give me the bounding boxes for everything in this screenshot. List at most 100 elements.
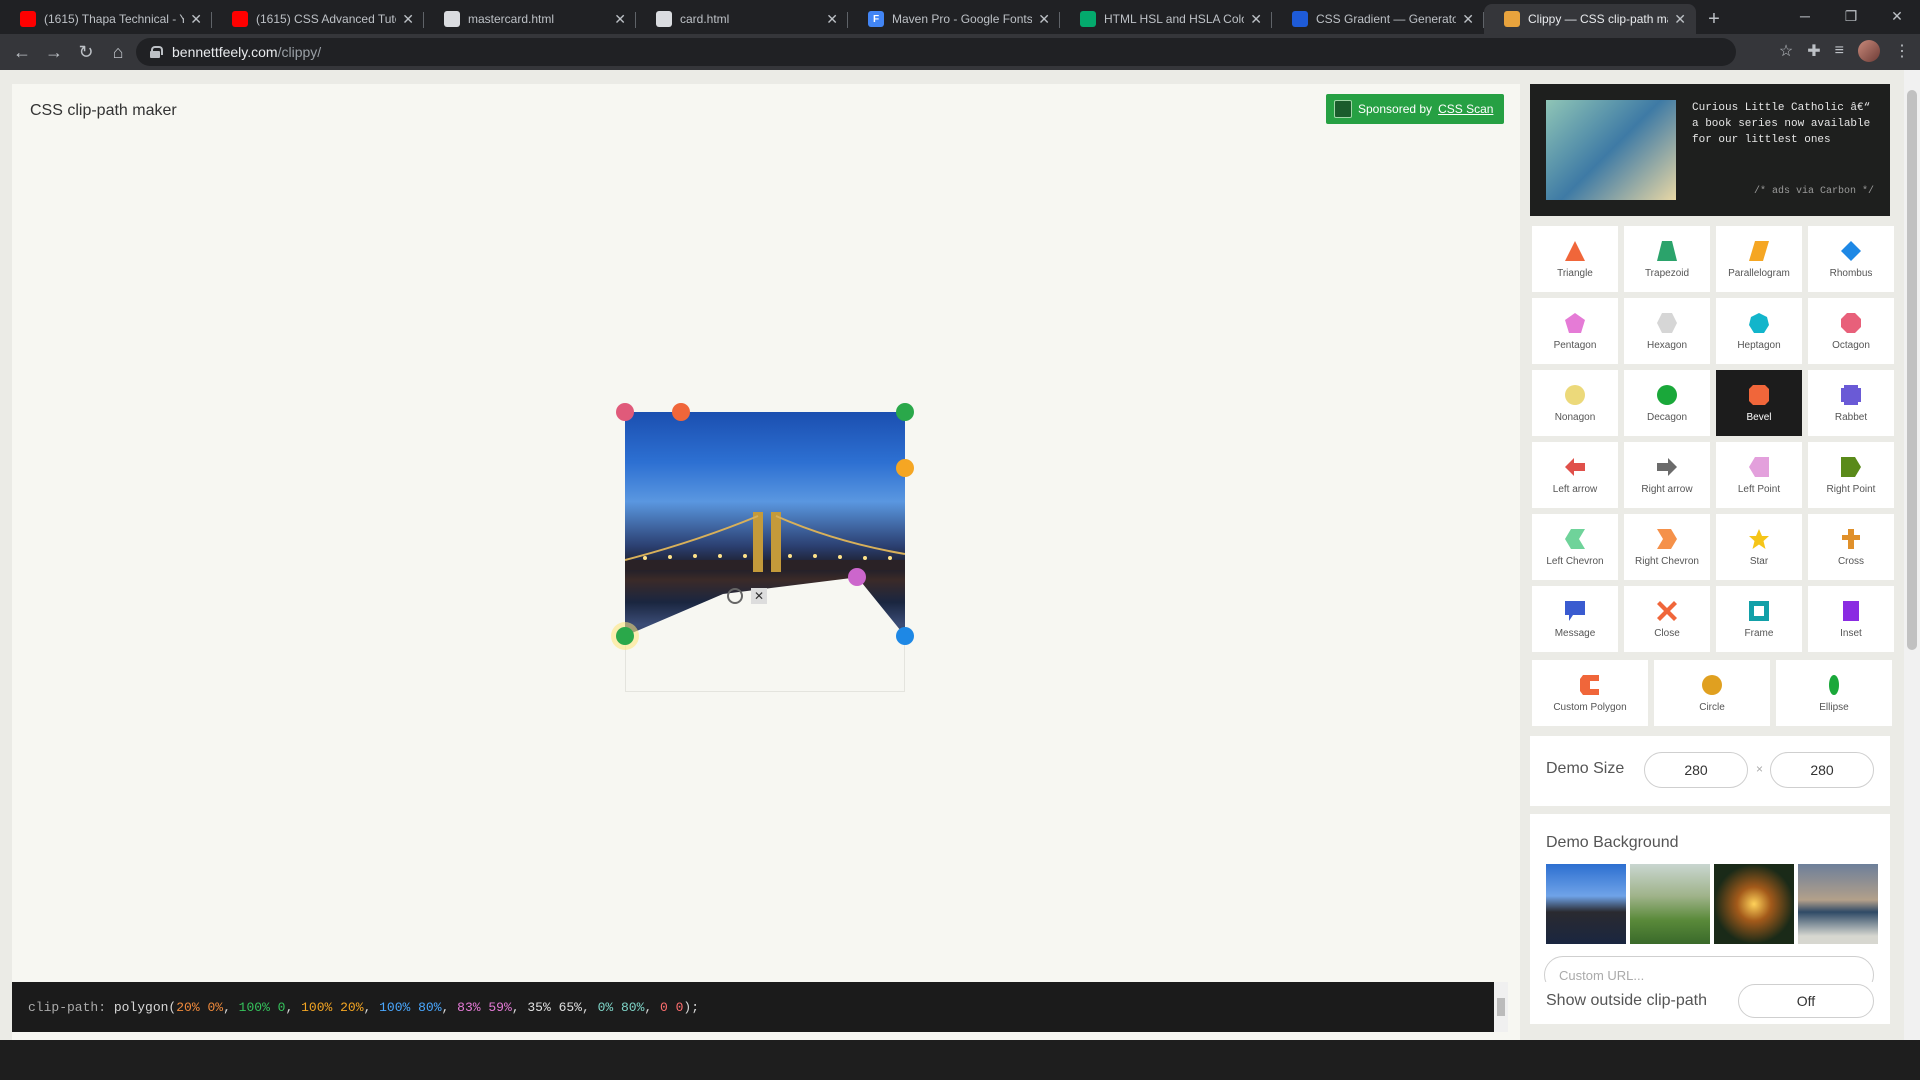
tab-close-icon[interactable]: ✕ bbox=[614, 11, 626, 28]
code-point: 100% 0 bbox=[238, 999, 286, 1015]
shape-label: Bevel bbox=[1746, 411, 1772, 423]
shape-rhombus[interactable]: Rhombus bbox=[1808, 226, 1894, 292]
bg-thumb-hills[interactable] bbox=[1630, 864, 1710, 944]
hexagon-icon bbox=[1656, 312, 1678, 334]
browser-tab[interactable]: HTML HSL and HSLA Colors ✕ bbox=[1060, 4, 1272, 34]
point-ring-icon[interactable] bbox=[727, 588, 743, 604]
tab-favicon-icon bbox=[20, 11, 36, 27]
shape-message[interactable]: Message bbox=[1532, 586, 1618, 652]
url-field[interactable]: bennettfeely.com/clippy/ bbox=[136, 38, 1736, 66]
shape-custom-polygon[interactable]: Custom Polygon bbox=[1532, 660, 1648, 726]
nonagon-icon bbox=[1564, 384, 1586, 406]
browser-tab[interactable]: mastercard.html ✕ bbox=[424, 4, 636, 34]
shape-cross[interactable]: Cross bbox=[1808, 514, 1894, 580]
restore-icon[interactable]: ❐ bbox=[1828, 0, 1874, 32]
shape-label: Frame bbox=[1744, 627, 1774, 639]
shape-parallelogram[interactable]: Parallelogram bbox=[1716, 226, 1802, 292]
tab-close-icon[interactable]: ✕ bbox=[1038, 11, 1050, 28]
ad-image[interactable] bbox=[1546, 100, 1676, 200]
clip-point-handle[interactable] bbox=[672, 403, 690, 421]
clip-point-handle[interactable] bbox=[896, 627, 914, 645]
browser-tab[interactable]: Clippy — CSS clip-path mak ✕ bbox=[1484, 4, 1696, 34]
bg-thumb-bridge[interactable] bbox=[1546, 864, 1626, 944]
message-icon bbox=[1564, 600, 1586, 622]
sponsor-badge[interactable]: Sponsored by CSS Scan bbox=[1326, 94, 1504, 124]
times-sign: × bbox=[1756, 762, 1764, 776]
shape-decagon[interactable]: Decagon bbox=[1624, 370, 1710, 436]
shape-left-chevron[interactable]: Left Chevron bbox=[1532, 514, 1618, 580]
show-outside-toggle[interactable]: Off bbox=[1738, 984, 1874, 1018]
shape-label: Left arrow bbox=[1552, 483, 1598, 495]
clip-point-handle[interactable] bbox=[616, 627, 634, 645]
shape-label: Right Point bbox=[1826, 483, 1876, 495]
new-tab-icon[interactable]: + bbox=[1696, 4, 1732, 34]
shape-label: Close bbox=[1654, 627, 1680, 639]
code-scrollbar[interactable] bbox=[1494, 982, 1508, 1032]
browser-tab[interactable]: (1615) Thapa Technical - Yo ✕ bbox=[0, 4, 212, 34]
back-icon[interactable]: ← bbox=[6, 42, 38, 63]
page-scrollbar[interactable] bbox=[1904, 70, 1920, 1040]
shape-inset[interactable]: Inset bbox=[1808, 586, 1894, 652]
shape-left-arrow[interactable]: Left arrow bbox=[1532, 442, 1618, 508]
minimize-icon[interactable]: ─ bbox=[1782, 0, 1828, 32]
tab-close-icon[interactable]: ✕ bbox=[1674, 11, 1686, 28]
clip-point-handle[interactable] bbox=[616, 403, 634, 421]
code-point: 35% 65% bbox=[527, 999, 582, 1015]
menu-icon[interactable]: ⋮ bbox=[1894, 41, 1910, 61]
bookmark-star-icon[interactable]: ☆ bbox=[1779, 41, 1793, 61]
browser-tab[interactable]: (1615) CSS Advanced Tutor ✕ bbox=[212, 4, 424, 34]
reading-list-icon[interactable]: ≡ bbox=[1835, 42, 1844, 60]
tab-close-icon[interactable]: ✕ bbox=[402, 11, 414, 28]
shape-bevel[interactable]: Bevel bbox=[1716, 370, 1802, 436]
tab-close-icon[interactable]: ✕ bbox=[1250, 11, 1262, 28]
home-icon[interactable]: ⌂ bbox=[102, 42, 134, 63]
tab-close-icon[interactable]: ✕ bbox=[826, 11, 838, 28]
right-arrow-icon bbox=[1656, 456, 1678, 478]
reload-icon[interactable]: ↻ bbox=[70, 42, 102, 63]
shape-rabbet[interactable]: Rabbet bbox=[1808, 370, 1894, 436]
tab-close-icon[interactable]: ✕ bbox=[190, 11, 202, 28]
browser-tab[interactable]: card.html ✕ bbox=[636, 4, 848, 34]
bg-thumb-beach[interactable] bbox=[1798, 864, 1878, 944]
shape-triangle[interactable]: Triangle bbox=[1532, 226, 1618, 292]
shape-right-point[interactable]: Right Point bbox=[1808, 442, 1894, 508]
demo-width-input[interactable] bbox=[1644, 752, 1748, 788]
shape-label: Star bbox=[1749, 555, 1769, 567]
carbon-ad[interactable]: Curious Little Catholic â€“ a book serie… bbox=[1530, 84, 1890, 216]
code-output[interactable]: clip-path: polygon(20% 0%, 100% 0, 100% … bbox=[12, 982, 1494, 1032]
shape-pentagon[interactable]: Pentagon bbox=[1532, 298, 1618, 364]
main-panel: CSS clip-path maker Sponsored by CSS Sca… bbox=[12, 84, 1520, 1044]
demo-height-input[interactable] bbox=[1770, 752, 1874, 788]
window-close-icon[interactable]: ✕ bbox=[1874, 0, 1920, 32]
shape-nonagon[interactable]: Nonagon bbox=[1532, 370, 1618, 436]
ad-via[interactable]: /* ads via Carbon */ bbox=[1754, 186, 1874, 197]
shape-frame[interactable]: Frame bbox=[1716, 586, 1802, 652]
shape-hexagon[interactable]: Hexagon bbox=[1624, 298, 1710, 364]
clip-point-handle[interactable] bbox=[896, 403, 914, 421]
shape-left-point[interactable]: Left Point bbox=[1716, 442, 1802, 508]
shape-right-arrow[interactable]: Right arrow bbox=[1624, 442, 1710, 508]
avatar[interactable] bbox=[1858, 40, 1880, 62]
forward-icon[interactable]: → bbox=[38, 42, 70, 63]
browser-tab[interactable]: F Maven Pro - Google Fonts ✕ bbox=[848, 4, 1060, 34]
shape-heptagon[interactable]: Heptagon bbox=[1716, 298, 1802, 364]
sponsor-link[interactable]: CSS Scan bbox=[1438, 102, 1493, 116]
shape-close[interactable]: Close bbox=[1624, 586, 1710, 652]
ellipse-icon bbox=[1823, 674, 1845, 696]
shape-label: Cross bbox=[1837, 555, 1865, 567]
shape-octagon[interactable]: Octagon bbox=[1808, 298, 1894, 364]
shape-label: Heptagon bbox=[1737, 339, 1781, 351]
shape-star[interactable]: Star bbox=[1716, 514, 1802, 580]
extensions-icon[interactable]: ✚ bbox=[1807, 41, 1820, 61]
delete-point-icon[interactable]: ✕ bbox=[751, 588, 767, 604]
browser-tab[interactable]: CSS Gradient — Generator, ✕ bbox=[1272, 4, 1484, 34]
shape-right-chevron[interactable]: Right Chevron bbox=[1624, 514, 1710, 580]
tab-close-icon[interactable]: ✕ bbox=[1462, 11, 1474, 28]
code-point: 20% 0% bbox=[176, 999, 224, 1015]
shape-circle[interactable]: Circle bbox=[1654, 660, 1770, 726]
shape-trapezoid[interactable]: Trapezoid bbox=[1624, 226, 1710, 292]
clip-point-handle[interactable] bbox=[896, 459, 914, 477]
bg-thumb-sparkler[interactable] bbox=[1714, 864, 1794, 944]
shape-ellipse[interactable]: Ellipse bbox=[1776, 660, 1892, 726]
ad-text[interactable]: Curious Little Catholic â€“ a book serie… bbox=[1692, 100, 1872, 148]
